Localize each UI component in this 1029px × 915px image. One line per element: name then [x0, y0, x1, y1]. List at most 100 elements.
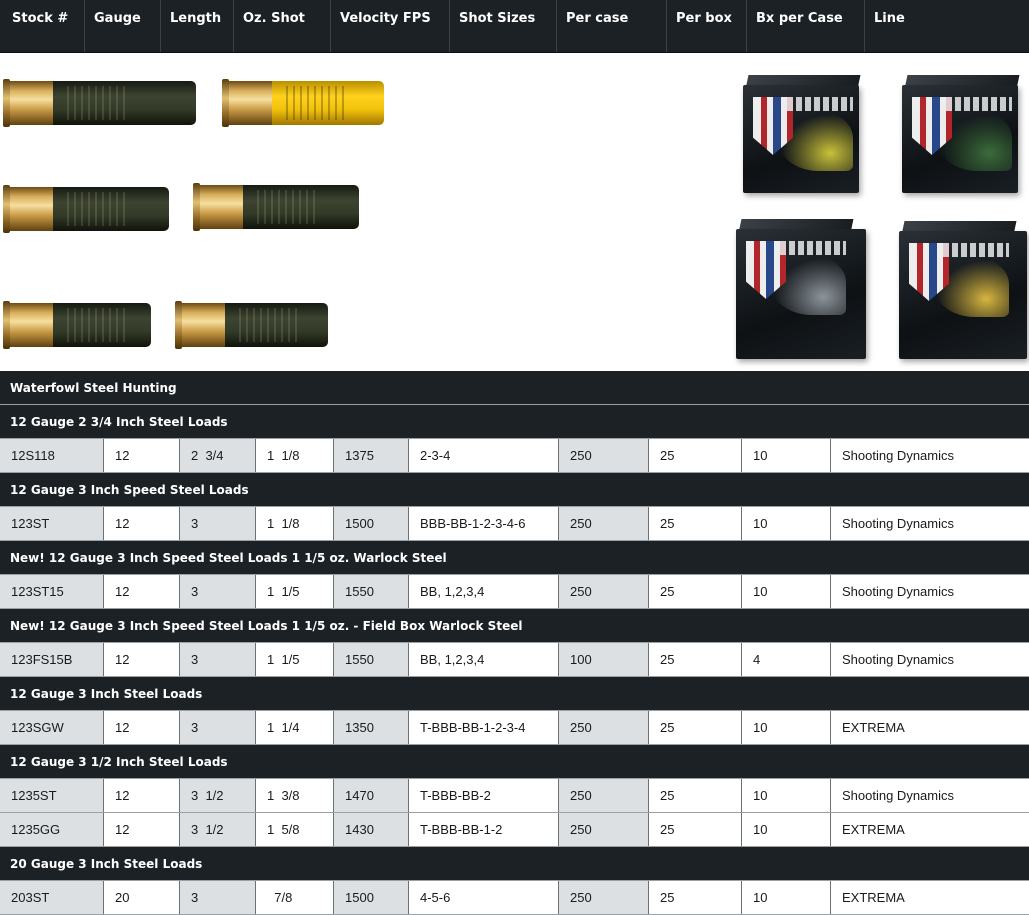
stock-number-cell: 1235GG	[0, 813, 104, 846]
gauge-cell: 12	[104, 779, 180, 812]
per-case-cell: 250	[559, 813, 649, 846]
length-cell: 3	[180, 643, 256, 676]
per-box-cell: 25	[649, 575, 742, 608]
line-cell: Shooting Dynamics	[842, 788, 954, 803]
gauge-cell: 12	[104, 813, 180, 846]
stock-number-cell: 203ST	[0, 881, 104, 914]
shot-sizes-cell: T-BBB-BB-1-2-3-4	[409, 711, 559, 744]
per-case-cell: 250	[559, 881, 649, 914]
shotshell-image	[3, 79, 196, 127]
section-header-row: Waterfowl Steel Hunting	[0, 371, 1029, 405]
table-row: 123SGW 12 3 1 1/4 1350 T-BBB-BB-1-2-3-4 250 25 1…	[0, 711, 1029, 745]
length-cell: 3 1/2	[180, 779, 256, 812]
velocity-cell: 1500	[334, 507, 409, 540]
stock-number-cell: 123ST	[0, 507, 104, 540]
line-cell: EXTREMA	[842, 890, 905, 905]
shot-sizes-cell: 4-5-6	[409, 881, 559, 914]
shot-sizes-cell: BBB-BB-1-2-3-4-6	[409, 507, 559, 540]
line-cell: EXTREMA	[842, 720, 905, 735]
boxes-per-case-cell: 10	[742, 779, 831, 812]
shot-sizes-cell: T-BBB-BB-1-2	[409, 813, 559, 846]
boxes-per-case-cell: 10	[742, 507, 831, 540]
shotshell-image	[3, 301, 151, 349]
section-header-row: 12 Gauge 3 1/2 Inch Steel Loads	[0, 745, 1029, 779]
per-box-cell: 25	[649, 813, 742, 846]
shot-sizes-cell: BB, 1,2,3,4	[409, 643, 559, 676]
per-case-cell: 100	[559, 643, 649, 676]
product-image-band	[0, 53, 1029, 371]
velocity-cell: 1500	[334, 881, 409, 914]
header-shot-sizes: Shot Sizes	[449, 0, 556, 52]
shot-sizes-cell: BB, 1,2,3,4	[409, 575, 559, 608]
boxes-per-case-cell: 10	[742, 881, 831, 914]
velocity-cell: 1350	[334, 711, 409, 744]
section-header-row: 12 Gauge 3 Inch Steel Loads	[0, 677, 1029, 711]
shot-sizes-cell: T-BBB-BB-2	[409, 779, 559, 812]
header-per-box: Per box	[666, 0, 746, 52]
stock-number-cell: 1235ST	[0, 779, 104, 812]
length-cell: 2 3/4	[180, 439, 256, 472]
length-cell: 3	[180, 575, 256, 608]
line-cell: EXTREMA	[842, 822, 905, 837]
table-row: 12S118 12 2 3/4 1 1/8 1375 2-3-4 250 25 10 Shooti…	[0, 439, 1029, 473]
velocity-cell: 1550	[334, 575, 409, 608]
header-velocity-fps: Velocity FPS	[330, 0, 449, 52]
length-cell: 3	[180, 711, 256, 744]
line-cell: Shooting Dynamics	[842, 652, 954, 667]
oz-shot-cell: 1 1/5	[256, 643, 334, 676]
per-box-cell: 25	[649, 507, 742, 540]
header-stock-number: Stock #	[12, 11, 69, 26]
shotshell-image	[3, 185, 169, 233]
per-case-cell: 250	[559, 779, 649, 812]
shotshell-image	[175, 301, 328, 349]
ammo-box-image	[737, 71, 865, 197]
gauge-cell: 12	[104, 643, 180, 676]
oz-shot-cell: 1 1/5	[256, 575, 334, 608]
table-row: 123FS15B 12 3 1 1/5 1550 BB, 1,2,3,4 100 25 4 Sho…	[0, 643, 1029, 677]
line-cell: Shooting Dynamics	[842, 516, 954, 531]
ammo-box-image	[893, 217, 1029, 365]
per-case-cell: 250	[559, 439, 649, 472]
oz-shot-cell: 7/8	[256, 881, 334, 914]
shotshell-image	[222, 79, 384, 127]
stock-number-cell: 123ST15	[0, 575, 104, 608]
per-box-cell: 25	[649, 779, 742, 812]
header-per-case: Per case	[556, 0, 666, 52]
per-case-cell: 250	[559, 507, 649, 540]
boxes-per-case-cell: 10	[742, 575, 831, 608]
stock-number-cell: 123FS15B	[0, 643, 104, 676]
boxes-per-case-cell: 10	[742, 711, 831, 744]
gauge-cell: 12	[104, 507, 180, 540]
section-header-row: 12 Gauge 3 Inch Speed Steel Loads	[0, 473, 1029, 507]
section-header-row: 12 Gauge 2 3/4 Inch Steel Loads	[0, 405, 1029, 439]
boxes-per-case-cell: 10	[742, 813, 831, 846]
stock-number-cell: 123SGW	[0, 711, 104, 744]
header-gauge: Gauge	[84, 0, 160, 52]
section-header-row: 20 Gauge 3 Inch Steel Loads	[0, 847, 1029, 881]
boxes-per-case-cell: 4	[742, 643, 831, 676]
gauge-cell: 20	[104, 881, 180, 914]
length-cell: 3	[180, 881, 256, 914]
gauge-cell: 12	[104, 575, 180, 608]
shotshell-image	[193, 183, 359, 231]
product-table: Waterfowl Steel Hunting 12 Gauge 2 3/4 In…	[0, 371, 1029, 915]
header-length: Length	[160, 0, 233, 52]
per-case-cell: 250	[559, 575, 649, 608]
header-boxes-per-case: Bx per Case	[746, 0, 864, 52]
velocity-cell: 1470	[334, 779, 409, 812]
per-box-cell: 25	[649, 643, 742, 676]
oz-shot-cell: 1 1/8	[256, 507, 334, 540]
gauge-cell: 12	[104, 439, 180, 472]
table-row: 203ST 20 3 7/8 1500 4-5-6 250 25 10 EXTREMA	[0, 881, 1029, 915]
oz-shot-cell: 1 1/8	[256, 439, 334, 472]
length-cell: 3	[180, 507, 256, 540]
oz-shot-cell: 1 3/8	[256, 779, 334, 812]
boxes-per-case-cell: 10	[742, 439, 831, 472]
line-cell: Shooting Dynamics	[842, 584, 954, 599]
header-oz-shot: Oz. Shot	[233, 0, 330, 52]
stock-number-cell: 12S118	[0, 439, 104, 472]
section-header-row: New! 12 Gauge 3 Inch Speed Steel Loads 1…	[0, 609, 1029, 643]
velocity-cell: 1375	[334, 439, 409, 472]
per-box-cell: 25	[649, 881, 742, 914]
ammo-box-image	[896, 71, 1024, 197]
